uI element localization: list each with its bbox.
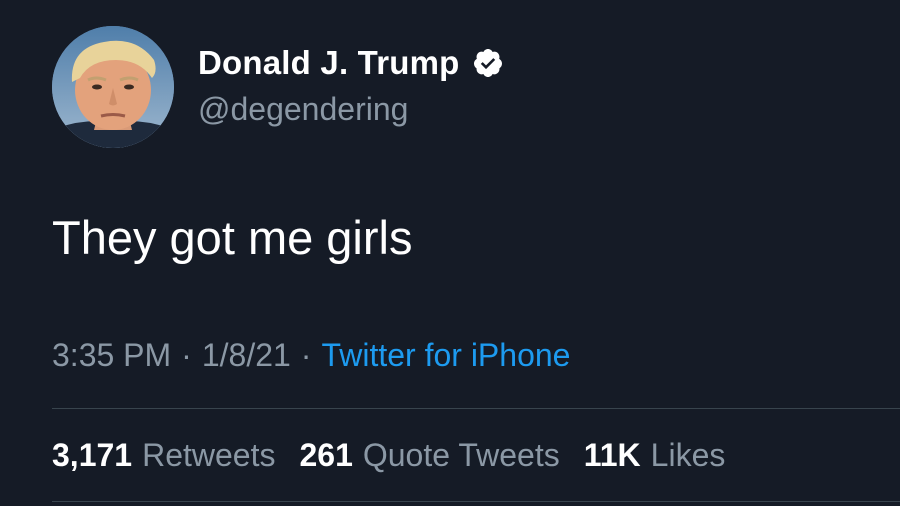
- divider: [52, 501, 900, 502]
- retweets-count: 3,171: [52, 437, 133, 473]
- tweet-source-link[interactable]: Twitter for iPhone: [321, 337, 570, 373]
- tweet-text: They got me girls: [52, 211, 413, 264]
- author-name-row[interactable]: Donald J. Trump: [198, 44, 504, 82]
- tweet-detail: Donald J. Trump @degendering They got me…: [0, 0, 900, 506]
- quote-tweets-count: 261: [299, 437, 353, 473]
- likes-label: Likes: [650, 437, 726, 473]
- divider: [52, 408, 900, 409]
- tweet-date[interactable]: 1/8/21: [202, 337, 291, 373]
- author-display-name[interactable]: Donald J. Trump: [198, 44, 460, 82]
- quote-tweets-stat[interactable]: 261 Quote Tweets: [299, 437, 559, 474]
- quote-tweets-label: Quote Tweets: [362, 437, 560, 473]
- verified-badge-icon: [472, 47, 504, 79]
- meta-separator: ·: [300, 337, 312, 373]
- likes-stat[interactable]: 11K Likes: [584, 437, 726, 474]
- tweet-stats: 3,171 Retweets 261 Quote Tweets 11K Likes: [52, 437, 749, 474]
- meta-separator: ·: [181, 337, 192, 373]
- retweets-label: Retweets: [142, 437, 276, 473]
- likes-count: 11K: [583, 437, 641, 473]
- author-handle[interactable]: @degendering: [198, 91, 408, 128]
- profile-photo: [52, 26, 174, 148]
- tweet-time[interactable]: 3:35 PM: [52, 337, 171, 373]
- tweet-meta: 3:35 PM · 1/8/21 · Twitter for iPhone: [52, 337, 570, 374]
- avatar[interactable]: [52, 26, 174, 148]
- retweets-stat[interactable]: 3,171 Retweets: [52, 437, 275, 474]
